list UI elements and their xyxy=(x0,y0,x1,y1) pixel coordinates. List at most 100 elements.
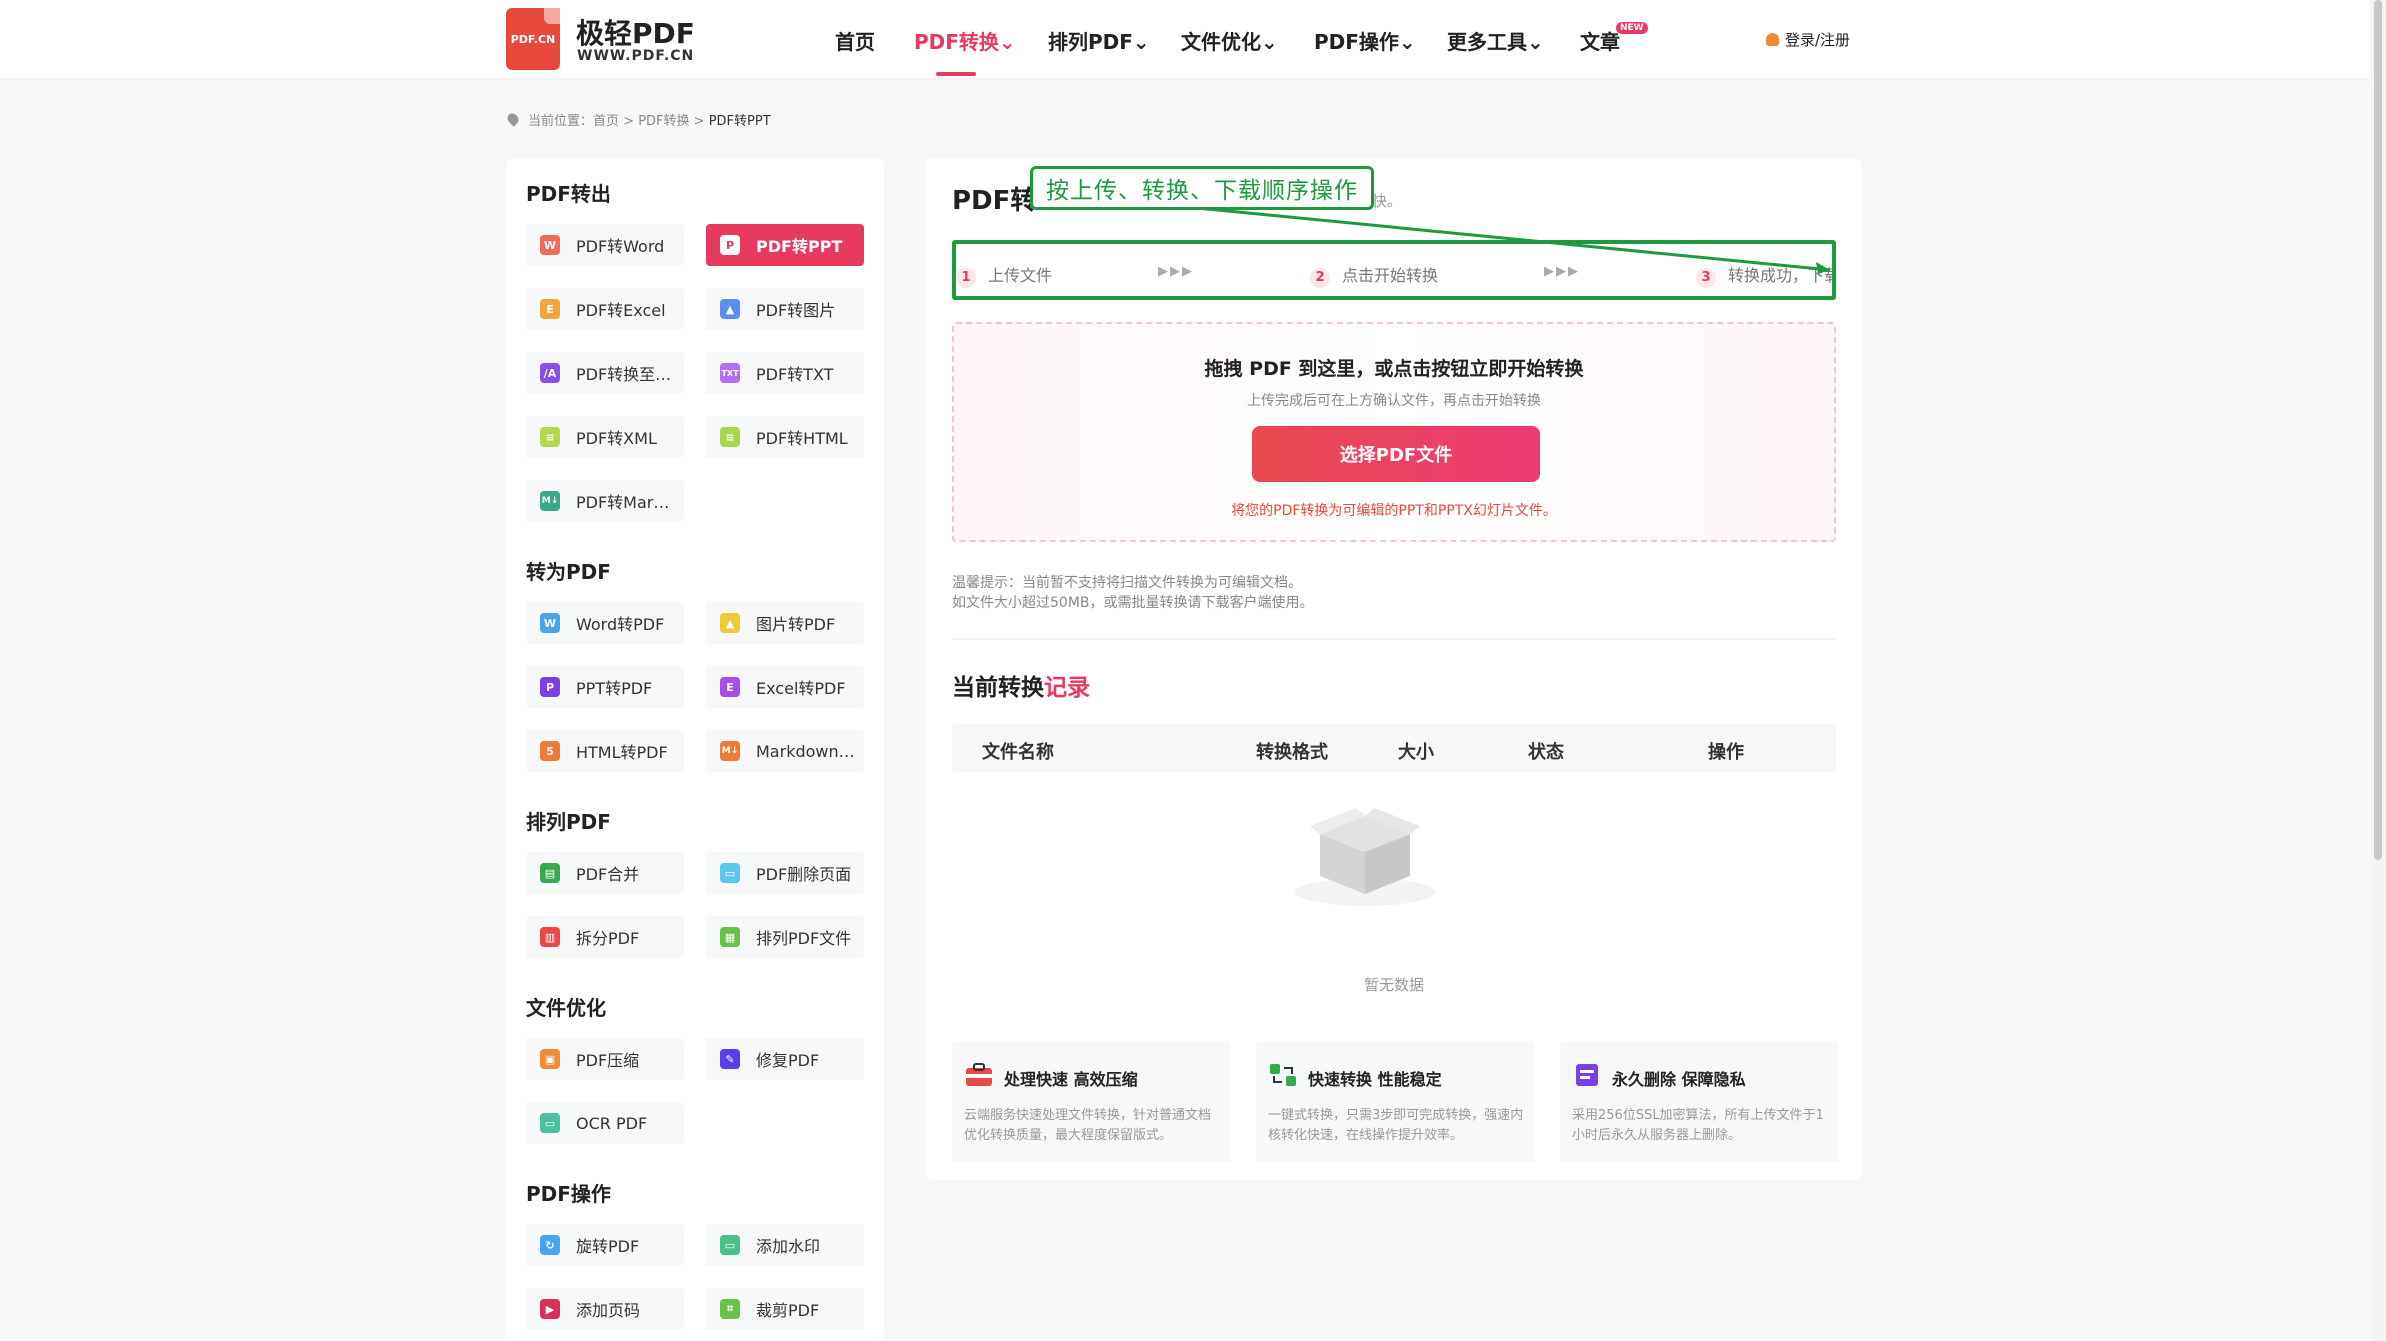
tool-label: PDF转换至… xyxy=(576,365,672,384)
page-scrollbar[interactable] xyxy=(2370,0,2386,1341)
merge-icon: ▤ xyxy=(540,863,560,883)
step-upload: 1 上传文件 xyxy=(956,262,1052,288)
word-icon: W xyxy=(540,235,560,255)
feature-title: 快速转换 性能稳定 xyxy=(1308,1070,1442,1089)
tool-pdf-to-word[interactable]: W PDF转Word xyxy=(526,224,684,266)
tool-pdf-to-markdown[interactable]: M↓ PDF转Mar… xyxy=(526,480,684,522)
breadcrumb-separator: > xyxy=(689,114,709,129)
tool-html-to-pdf[interactable]: 5 HTML转PDF xyxy=(526,730,684,772)
tool-ocr-pdf[interactable]: ▭ OCR PDF xyxy=(526,1102,684,1144)
tool-pdf-to-ppt[interactable]: P PDF转PPT xyxy=(706,224,864,266)
tool-label: PDF删除页面 xyxy=(756,865,852,884)
repair-icon: ✎ xyxy=(720,1049,740,1069)
tool-delete-pages[interactable]: ▭ PDF删除页面 xyxy=(706,852,864,894)
page-title: PDF转 xyxy=(952,186,1037,216)
tool-ppt-to-pdf[interactable]: P PPT转PDF xyxy=(526,666,684,708)
breadcrumb-section[interactable]: PDF转换 xyxy=(638,114,689,129)
compress-icon: ▣ xyxy=(540,1049,560,1069)
html-icon: 5 xyxy=(540,741,560,761)
page-number-icon: ▶ xyxy=(540,1299,560,1319)
records-title: 当前转换记录 xyxy=(952,668,1090,702)
tool-label: 旋转PDF xyxy=(576,1237,640,1256)
arrange-icon: ▦ xyxy=(720,927,740,947)
feature-card-privacy: 永久删除 保障隐私 采用256位SSL加密算法，所有上传文件于1小时后永久从服务… xyxy=(1560,1042,1838,1162)
tool-label: PDF转PPT xyxy=(756,237,843,256)
empty-state-text: 暂无数据 xyxy=(1363,976,1424,994)
tip-line-1: 温馨提示：当前暂不支持将扫描文件转换为可编辑文档。 xyxy=(952,575,1302,591)
step-label: 上传文件 xyxy=(988,266,1053,285)
tool-add-watermark[interactable]: ▭ 添加水印 xyxy=(706,1224,864,1266)
tool-pdf-to-excel[interactable]: E PDF转Excel xyxy=(526,288,684,330)
breadcrumb-prefix: 当前位置： xyxy=(528,114,594,129)
tool-label: PPT转PDF xyxy=(576,679,653,698)
tool-pdf-to-html[interactable]: ≡ PDF转HTML xyxy=(706,416,864,458)
records-table-header: 文件名称 转换格式 大小 状态 操作 xyxy=(952,724,1836,772)
split-icon: ▥ xyxy=(540,927,560,947)
login-label: 登录/注册 xyxy=(1785,31,1851,49)
tool-markdown-to-pdf[interactable]: M↓ Markdown… xyxy=(706,730,864,772)
nav-arrange-pdf[interactable]: 排列PDF⌄ xyxy=(1048,26,1150,55)
tool-compress-pdf[interactable]: ▣ PDF压缩 xyxy=(526,1038,684,1080)
section-title-arrange-pdf: 排列PDF xyxy=(526,810,611,834)
tool-label: HTML转PDF xyxy=(576,743,668,762)
breadcrumb-separator: > xyxy=(619,114,639,129)
breadcrumb-home[interactable]: 首页 xyxy=(593,114,619,129)
annotation-callout: 按上传、转换、下载顺序操作 xyxy=(1030,166,1374,210)
tool-pdf-to-image[interactable]: ▲ PDF转图片 xyxy=(706,288,864,330)
nav-more-tools[interactable]: 更多工具⌄ xyxy=(1447,26,1544,55)
nav-file-optimize[interactable]: 文件优化⌄ xyxy=(1181,26,1278,55)
feature-card-stable: 快速转换 性能稳定 一键式转换，只需3步即可完成转换，强速内核转化快速，在线操作… xyxy=(1256,1042,1534,1162)
section-title-pdf-operations: PDF操作 xyxy=(526,1182,611,1206)
feature-card-fast: 处理快速 高效压缩 云端服务快速处理文件转换，针对普通文档优化转换质量，最大程度… xyxy=(952,1042,1230,1162)
step-convert: 2 点击开始转换 xyxy=(1310,262,1438,288)
login-register-link[interactable]: 登录/注册 xyxy=(1766,29,1850,50)
tool-label: Markdown… xyxy=(756,741,855,761)
tool-pdf-to-pdfa[interactable]: /A PDF转换至… xyxy=(526,352,684,394)
location-pin-icon xyxy=(505,111,521,127)
main-panel: PDF转 快。 1 上传文件 ▶▶▶ 2 点击开始转换 ▶▶▶ 3 转换成功，下载 按… xyxy=(926,158,1862,1180)
tool-merge-pdf[interactable]: ▤ PDF合并 xyxy=(526,852,684,894)
logo-icon[interactable]: PDF.CN xyxy=(506,8,560,70)
tool-excel-to-pdf[interactable]: E Excel转PDF xyxy=(706,666,864,708)
tool-label: PDF转XML xyxy=(576,429,657,448)
divider xyxy=(952,638,1836,640)
dropzone-note: 将您的PDF转换为可编辑的PPT和PPTX幻灯片文件。 xyxy=(1231,503,1557,519)
tool-arrange-pdf[interactable]: ▦ 排列PDF文件 xyxy=(706,916,864,958)
page-subtitle: 快。 xyxy=(1372,192,1403,210)
xml-icon: ≡ xyxy=(540,427,560,447)
step-number: 2 xyxy=(1310,268,1330,288)
nav-pdf-convert[interactable]: PDF转换⌄ xyxy=(914,26,1016,55)
tool-split-pdf[interactable]: ▥ 拆分PDF xyxy=(526,916,684,958)
tool-pdf-to-xml[interactable]: ≡ PDF转XML xyxy=(526,416,684,458)
tool-rotate-pdf[interactable]: ↻ 旋转PDF xyxy=(526,1224,684,1266)
step-download: 3 转换成功，下载 xyxy=(1696,262,1832,288)
tool-label: 添加页码 xyxy=(576,1301,641,1320)
scrollbar-thumb[interactable] xyxy=(2374,0,2382,860)
feature-title: 处理快速 高效压缩 xyxy=(1004,1070,1138,1089)
nav-home[interactable]: 首页 xyxy=(835,26,875,55)
ppt-icon: P xyxy=(720,235,740,255)
feature-title: 永久删除 保障隐私 xyxy=(1612,1070,1746,1089)
tool-pdf-to-txt[interactable]: TXT PDF转TXT xyxy=(706,352,864,394)
tool-crop-pdf[interactable]: ⌗ 裁剪PDF xyxy=(706,1288,864,1330)
nav-pdf-operations[interactable]: PDF操作⌄ xyxy=(1314,26,1416,55)
step-number: 1 xyxy=(956,268,976,288)
tool-repair-pdf[interactable]: ✎ 修复PDF xyxy=(706,1038,864,1080)
tool-label: Word转PDF xyxy=(576,615,665,634)
breadcrumb: 当前位置：首页 > PDF转换 > PDF转PPT xyxy=(505,110,771,129)
nav-articles[interactable]: 文章 xyxy=(1580,26,1620,55)
brand-name[interactable]: 极轻PDF xyxy=(576,12,695,52)
rotate-icon: ↻ xyxy=(540,1235,560,1255)
nav-active-indicator xyxy=(936,72,976,76)
watermark-icon: ▭ xyxy=(720,1235,740,1255)
dropzone-subtitle: 上传完成后可在上方确认文件，再点击开始转换 xyxy=(1247,393,1541,409)
tool-add-page-numbers[interactable]: ▶ 添加页码 xyxy=(526,1288,684,1330)
tool-word-to-pdf[interactable]: W Word转PDF xyxy=(526,602,684,644)
step-label: 点击开始转换 xyxy=(1342,266,1439,285)
tool-label: PDF转Excel xyxy=(576,301,666,320)
upload-dropzone[interactable]: 拖拽 PDF 到这里，或点击按钮立即开始转换 上传完成后可在上方确认文件，再点击… xyxy=(952,322,1836,542)
tool-image-to-pdf[interactable]: ▲ 图片转PDF xyxy=(706,602,864,644)
select-pdf-button[interactable]: 选择PDF文件 xyxy=(1252,426,1540,482)
txt-icon: TXT xyxy=(720,363,740,383)
step-arrows-icon: ▶▶▶ xyxy=(1544,264,1580,279)
